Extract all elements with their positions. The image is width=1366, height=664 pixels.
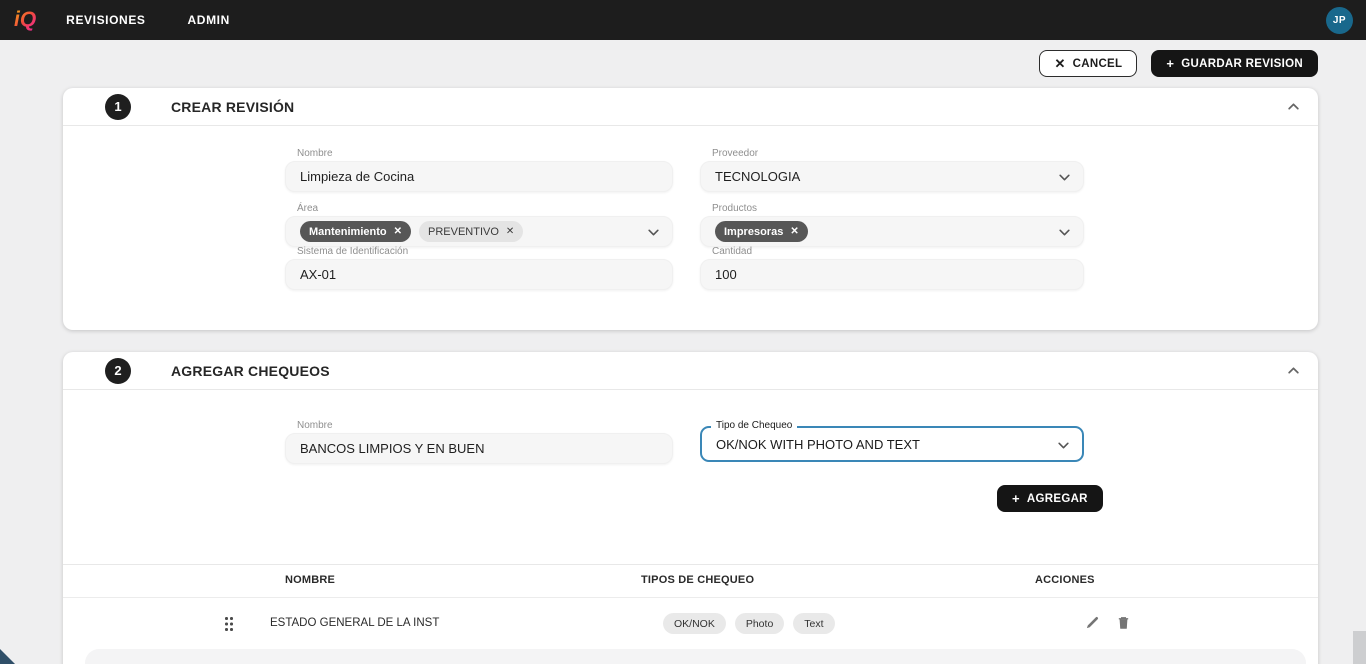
agregar-chequeos-header: 2 AGREGAR CHEQUEOS xyxy=(63,352,1318,390)
cancel-button-label: CANCEL xyxy=(1073,58,1123,70)
field-cantidad: Cantidad xyxy=(700,246,1084,290)
remove-chip-icon[interactable]: ✕ xyxy=(790,227,798,237)
sistema-input[interactable] xyxy=(285,259,673,290)
tag-text: Text xyxy=(793,613,834,634)
field-productos: Productos Impresoras ✕ xyxy=(700,203,1084,247)
agregar-chequeos-title: AGREGAR CHEQUEOS xyxy=(171,363,330,379)
top-navbar: iQ REVISIONES ADMIN JP xyxy=(0,0,1366,40)
chip-impresoras[interactable]: Impresoras ✕ xyxy=(715,221,808,242)
agregar-button-label: AGREGAR xyxy=(1027,493,1088,505)
scrollbar-thumb[interactable] xyxy=(1353,631,1366,664)
chevron-down-icon xyxy=(1057,439,1070,452)
productos-multiselect[interactable]: Impresoras ✕ xyxy=(700,216,1084,247)
row-actions xyxy=(1085,615,1131,630)
field-chequeo-nombre: Nombre xyxy=(285,420,673,464)
drag-handle-icon[interactable] xyxy=(225,617,233,631)
step-badge-1: 1 xyxy=(105,94,131,120)
agregar-button[interactable]: + AGREGAR xyxy=(997,485,1103,512)
table-row: ESTADO GENERAL DE LA INST OK/NOK Photo T… xyxy=(63,598,1318,650)
nav-item-revisiones[interactable]: REVISIONES xyxy=(66,13,145,27)
remove-chip-icon[interactable]: ✕ xyxy=(506,227,514,237)
row-tags: OK/NOK Photo Text xyxy=(663,613,835,634)
nombre-input[interactable] xyxy=(285,161,673,192)
chip-mantenimiento[interactable]: Mantenimiento ✕ xyxy=(300,221,411,242)
next-row-placeholder xyxy=(85,649,1306,664)
close-icon: ✕ xyxy=(1054,56,1065,72)
chevron-up-icon[interactable] xyxy=(1287,364,1300,377)
brand-logo[interactable]: iQ xyxy=(14,8,36,32)
chip-preventivo[interactable]: PREVENTIVO ✕ xyxy=(419,221,523,242)
proveedor-select[interactable]: TECNOLOGIA xyxy=(700,161,1084,192)
proveedor-value: TECNOLOGIA xyxy=(715,169,800,184)
chip-label: Impresoras xyxy=(724,226,783,238)
corner-widget-triangle[interactable] xyxy=(0,649,15,664)
chequeos-table-header: NOMBRE TIPOS DE CHEQUEO ACCIONES xyxy=(63,565,1318,598)
agregar-chequeos-card: 2 AGREGAR CHEQUEOS Nombre Tipo de Cheque… xyxy=(63,352,1318,664)
proveedor-label: Proveedor xyxy=(700,148,1084,159)
area-chips: Mantenimiento ✕ PREVENTIVO ✕ xyxy=(300,221,523,242)
col-header-acciones: ACCIONES xyxy=(1035,574,1095,586)
field-proveedor: Proveedor TECNOLOGIA xyxy=(700,148,1084,192)
chevron-down-icon xyxy=(1058,226,1071,239)
area-multiselect[interactable]: Mantenimiento ✕ PREVENTIVO ✕ xyxy=(285,216,673,247)
guardar-button-label: GUARDAR REVISION xyxy=(1181,58,1303,70)
crear-revision-title: CREAR REVISIÓN xyxy=(171,99,294,115)
sistema-label: Sistema de Identificación xyxy=(285,246,673,257)
chequeo-nombre-label: Nombre xyxy=(285,420,673,431)
nombre-label: Nombre xyxy=(285,148,673,159)
chevron-down-icon xyxy=(647,226,660,239)
tag-photo: Photo xyxy=(735,613,784,634)
crear-revision-header: 1 CREAR REVISIÓN xyxy=(63,88,1318,126)
col-header-nombre: NOMBRE xyxy=(285,574,335,586)
step-badge-2: 2 xyxy=(105,358,131,384)
field-tipo-chequeo: Tipo de Chequeo OK/NOK WITH PHOTO AND TE… xyxy=(700,426,1084,462)
cancel-button[interactable]: ✕ CANCEL xyxy=(1039,50,1137,77)
chevron-up-icon[interactable] xyxy=(1287,100,1300,113)
guardar-revision-button[interactable]: + GUARDAR REVISION xyxy=(1151,50,1318,77)
nav-item-admin[interactable]: ADMIN xyxy=(188,13,230,27)
delete-trash-icon[interactable] xyxy=(1116,615,1131,630)
crear-revision-card: 1 CREAR REVISIÓN Nombre Proveedor TECNOL… xyxy=(63,88,1318,330)
area-label: Área xyxy=(285,203,673,214)
chequeo-nombre-input[interactable] xyxy=(285,433,673,464)
chip-label: PREVENTIVO xyxy=(428,226,499,238)
cantidad-input[interactable] xyxy=(700,259,1084,290)
page-actions: ✕ CANCEL + GUARDAR REVISION xyxy=(1039,50,1318,77)
tipo-chequeo-select[interactable]: Tipo de Chequeo OK/NOK WITH PHOTO AND TE… xyxy=(700,426,1084,462)
tipo-chequeo-value: OK/NOK WITH PHOTO AND TEXT xyxy=(716,437,920,452)
chip-label: Mantenimiento xyxy=(309,226,387,238)
productos-label: Productos xyxy=(700,203,1084,214)
plus-icon: + xyxy=(1166,56,1174,71)
remove-chip-icon[interactable]: ✕ xyxy=(394,227,402,237)
tipo-chequeo-label: Tipo de Chequeo xyxy=(711,420,797,431)
tag-oknok: OK/NOK xyxy=(663,613,726,634)
field-area: Área Mantenimiento ✕ PREVENTIVO ✕ xyxy=(285,203,673,247)
field-nombre: Nombre xyxy=(285,148,673,192)
edit-pencil-icon[interactable] xyxy=(1085,615,1100,630)
row-name: ESTADO GENERAL DE LA INST xyxy=(270,617,439,629)
field-sistema: Sistema de Identificación xyxy=(285,246,673,290)
plus-icon: + xyxy=(1012,491,1020,506)
user-avatar[interactable]: JP xyxy=(1326,7,1353,34)
productos-chips: Impresoras ✕ xyxy=(715,221,808,242)
col-header-tipos: TIPOS DE CHEQUEO xyxy=(641,574,754,586)
cantidad-label: Cantidad xyxy=(700,246,1084,257)
chevron-down-icon xyxy=(1058,171,1071,184)
